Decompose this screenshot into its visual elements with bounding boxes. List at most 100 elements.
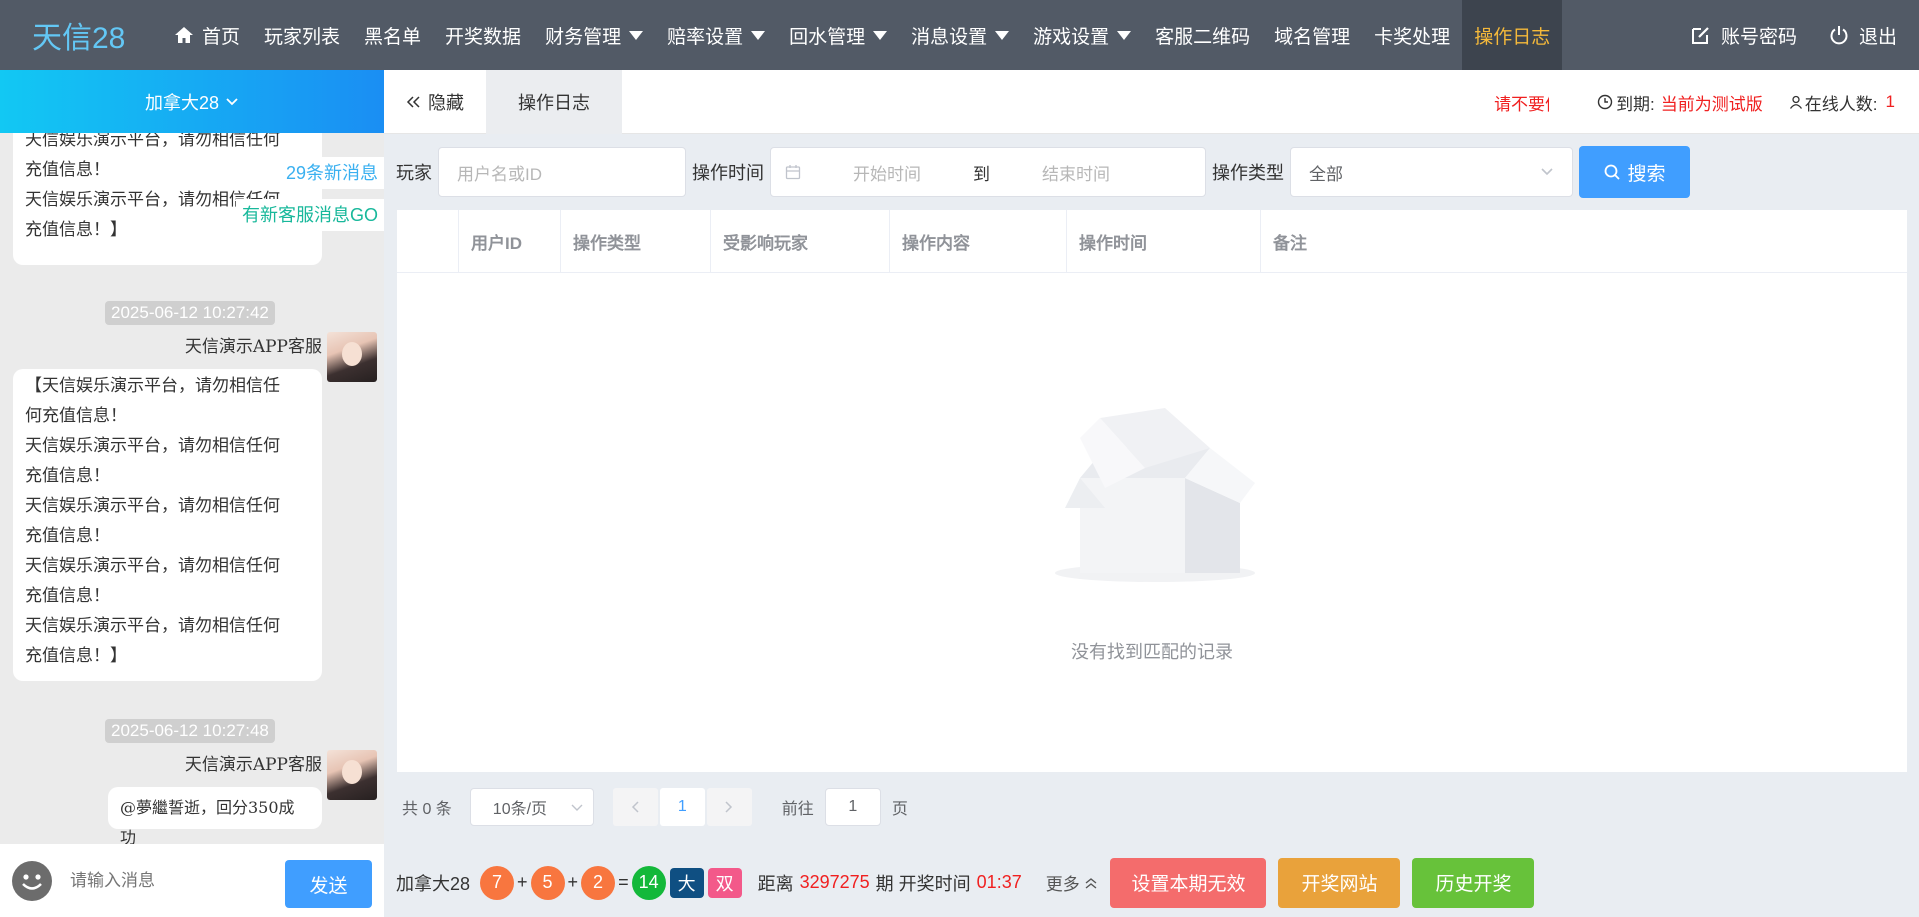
nav-item-blacklist[interactable]: 黑名单 <box>352 0 433 70</box>
goto-label: 前往 <box>781 801 814 818</box>
nav-item-domain[interactable]: 域名管理 <box>1262 0 1362 70</box>
top-right-actions: 账号密码 退出 <box>1659 22 1919 49</box>
player-placeholder: 用户名或ID <box>457 164 542 184</box>
empty-box-icon <box>1055 408 1255 582</box>
tab-bar: 隐藏 操作日志 请不要信 到期: 当前为测试版 在线人数: 1 <box>384 69 1919 134</box>
nav-item-message-settings[interactable]: 消息设置 <box>899 0 1021 70</box>
logout-button[interactable]: 退出 <box>1829 22 1897 49</box>
type-filter-label: 操作类型 <box>1212 163 1284 183</box>
column-header-time[interactable]: 操作时间 <box>1067 209 1261 273</box>
goto-page-input[interactable]: 1 <box>824 788 881 826</box>
nav-item-game-settings[interactable]: 游戏设置 <box>1021 0 1143 70</box>
caret-down-icon <box>1117 30 1132 40</box>
distance-label: 距离 <box>757 873 794 894</box>
nav-item-label: 首页 <box>202 26 241 48</box>
prev-page-button[interactable] <box>612 788 658 826</box>
time-filter-label: 操作时间 <box>692 163 764 183</box>
column-header-label: 操作类型 <box>573 233 641 253</box>
nav-item-home[interactable]: 首页 <box>162 0 252 70</box>
new-messages-link[interactable]: 29条新消息 <box>279 157 384 189</box>
column-header-select[interactable] <box>397 209 459 273</box>
column-header-content[interactable]: 操作内容 <box>890 209 1067 273</box>
page-size-value: 10条/页 <box>492 801 548 818</box>
player-search-input[interactable]: 用户名或ID <box>438 147 686 197</box>
countdown-timer: 01:37 <box>976 872 1022 892</box>
column-header-affected-player[interactable]: 受影响玩家 <box>711 209 890 273</box>
column-header-operation-type[interactable]: 操作类型 <box>561 209 711 273</box>
power-icon <box>1830 26 1848 45</box>
plus-sign: + <box>567 872 579 892</box>
message-line: 天信娱乐演示平台，请勿相信任何 <box>25 616 280 636</box>
more-button[interactable]: 更多 <box>1046 870 1099 895</box>
message-input[interactable] <box>70 870 270 891</box>
nav-item-stuck-prize[interactable]: 卡奖处理 <box>1362 0 1462 70</box>
caret-down-icon <box>751 30 766 40</box>
nav-item-label: 游戏设置 <box>1033 26 1110 48</box>
lottery-site-button[interactable]: 开奖网站 <box>1278 857 1401 908</box>
nav-item-players[interactable]: 玩家列表 <box>252 0 352 70</box>
set-period-invalid-button[interactable]: 设置本期无效 <box>1110 857 1267 908</box>
page-number[interactable]: 1 <box>659 788 705 826</box>
nav-item-label: 开奖数据 <box>445 26 522 48</box>
message-line: 天信娱乐演示平台，请勿相信任何 <box>25 133 280 150</box>
user-icon <box>1789 95 1802 109</box>
nav-item-label: 卡奖处理 <box>1374 26 1451 48</box>
page-size-select[interactable]: 10条/页 <box>469 788 594 826</box>
nav-item-finance[interactable]: 财务管理 <box>533 0 655 70</box>
main-content: 隐藏 操作日志 请不要信 到期: 当前为测试版 在线人数: 1 玩家 用户名或I… <box>384 69 1919 848</box>
message-line: 天信娱乐演示平台，请勿相信任何 <box>25 436 280 456</box>
message-bubble: 【天信娱乐演示平台，请勿相信任 何充值信息！ 天信娱乐演示平台，请勿相信任何 充… <box>13 369 322 681</box>
message-sender: 天信演示APP客服 <box>184 337 322 357</box>
period-label: 期 开奖时间 <box>875 873 971 894</box>
chevron-left-icon <box>632 801 639 813</box>
nav-item-label: 操作日志 <box>1474 26 1551 48</box>
game-name: 加拿大28 <box>396 873 471 894</box>
nav-item-operation-log[interactable]: 操作日志 <box>1462 0 1563 70</box>
nav-item-rebate[interactable]: 回水管理 <box>777 0 899 70</box>
result-ball: 5 <box>530 865 565 900</box>
search-label: 搜索 <box>1627 163 1666 185</box>
type-selected-value: 全部 <box>1309 164 1343 184</box>
send-button[interactable]: 发送 <box>285 860 372 908</box>
double-chevron-left-icon <box>406 95 420 108</box>
nav-item-label: 财务管理 <box>545 26 622 48</box>
column-header-remark[interactable]: 备注 <box>1261 210 1907 273</box>
nav-item-service-qrcode[interactable]: 客服二维码 <box>1143 0 1262 70</box>
nav-item-odds[interactable]: 赔率设置 <box>655 0 777 70</box>
filter-bar: 玩家 用户名或ID 操作时间 开始时间 到 结束时间 操作类型 全部 搜索 <box>396 146 1690 198</box>
edit-icon <box>1691 27 1709 44</box>
double-chevron-up-icon <box>1086 878 1097 889</box>
home-icon <box>175 27 193 43</box>
column-header-user-id[interactable]: 用户ID <box>459 209 561 273</box>
next-page-button[interactable] <box>706 788 752 826</box>
chat-messages[interactable]: 天信娱乐演示平台，请勿相信任何 充值信息！ 天信娱乐演示平台，请勿相信任何 充值… <box>0 133 384 844</box>
message-line: 充值信息！ <box>25 586 110 606</box>
tab-operation-log[interactable]: 操作日志 <box>486 69 622 134</box>
nav-item-label: 回水管理 <box>789 26 866 48</box>
emoji-icon[interactable] <box>12 860 52 901</box>
empty-state-text: 没有找到匹配的记录 <box>1071 642 1233 662</box>
column-header-label: 备注 <box>1273 233 1307 253</box>
history-draws-button[interactable]: 历史开奖 <box>1412 857 1535 908</box>
total-count: 共 0 条 <box>402 801 452 818</box>
end-time-placeholder: 结束时间 <box>1042 164 1110 184</box>
hide-sidebar-button[interactable]: 隐藏 <box>384 70 486 134</box>
room-selector[interactable]: 加拿大28 <box>0 70 384 133</box>
sender-avatar <box>327 332 377 382</box>
operation-type-select[interactable]: 全部 <box>1290 147 1573 197</box>
message-line: 充值信息！ <box>25 160 110 180</box>
app-logo[interactable]: 天信28 <box>0 13 150 57</box>
column-header-label: 受影响玩家 <box>723 233 808 253</box>
start-time-placeholder: 开始时间 <box>853 164 921 184</box>
date-range-picker[interactable]: 开始时间 到 结束时间 <box>770 147 1206 197</box>
new-service-message-link[interactable]: 有新客服消息GO <box>235 199 384 231</box>
logout-label: 退出 <box>1858 26 1897 48</box>
message-timestamp: 2025-06-12 10:27:48 <box>105 719 275 743</box>
nav-item-label: 客服二维码 <box>1155 26 1251 48</box>
lottery-status-bar: 加拿大28 7 + 5 + 2 = 14 大 双 距离 3297275 期 开奖… <box>384 848 1919 917</box>
account-password-button[interactable]: 账号密码 <box>1691 22 1797 49</box>
nav-item-lottery-data[interactable]: 开奖数据 <box>433 0 533 70</box>
plus-sign: + <box>517 872 528 892</box>
chevron-down-icon <box>1541 168 1553 176</box>
search-button[interactable]: 搜索 <box>1579 146 1690 198</box>
